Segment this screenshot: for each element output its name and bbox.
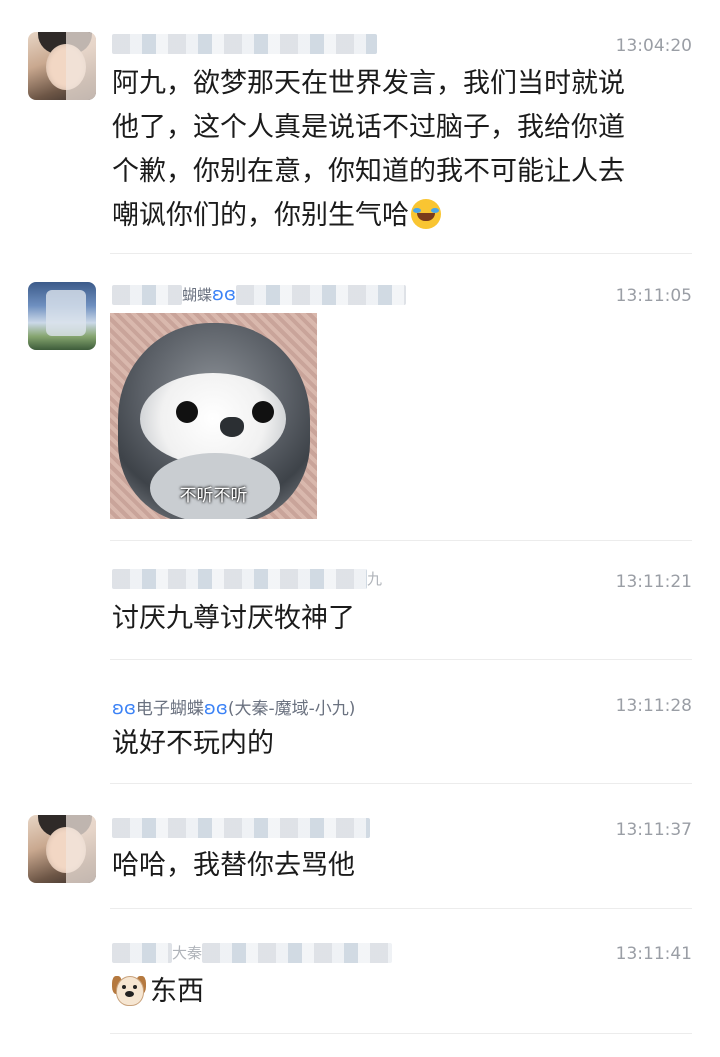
message-line-last: 嘲讽你们的，你别生气哈: [112, 194, 682, 238]
sender-name-suffix: (大秦-魔域-小九): [227, 699, 356, 719]
message-text[interactable]: 讨厌九尊讨厌牧神了: [112, 597, 682, 641]
avatar-blur: [46, 290, 86, 336]
divider: [110, 253, 692, 254]
avatar-blur: [66, 32, 96, 100]
divider: [110, 908, 692, 909]
name-fragment: 九: [367, 570, 383, 588]
face-with-tears-of-joy-emoji: [411, 199, 441, 229]
sender-name-redacted[interactable]: 大秦: [112, 942, 393, 966]
penguin-eye: [252, 401, 274, 423]
butterfly-icon: ʚɞ: [203, 698, 228, 719]
message-text-content: 东西: [150, 976, 204, 1007]
timestamp: 13:11:28: [615, 696, 692, 716]
message-text[interactable]: 哈哈，我替你去骂他: [112, 844, 682, 888]
divider: [110, 540, 692, 541]
butterfly-icon: ʚɞ: [212, 284, 236, 305]
sender-name[interactable]: ʚɞ电子蝴蝶ʚɞ(大秦-魔域-小九): [112, 694, 356, 719]
dog-nose: [125, 991, 134, 997]
divider: [110, 659, 692, 660]
name-fragment: 大秦: [172, 944, 203, 962]
message-text[interactable]: 阿九，欲梦那天在世界发言，我们当时就说 他了，这个人真是说话不过脑子，我给你道 …: [112, 62, 682, 238]
sender-name-redacted[interactable]: 九: [112, 568, 382, 592]
sender-name-redacted[interactable]: [112, 818, 370, 842]
timestamp: 13:11:37: [615, 820, 692, 840]
timestamp: 13:11:21: [615, 572, 692, 592]
avatar[interactable]: [28, 815, 96, 883]
message-text[interactable]: 说好不玩内的: [112, 722, 682, 766]
sticker-caption: 不听不听: [179, 486, 248, 506]
avatar-blur: [66, 815, 96, 883]
redacted-block: [235, 285, 406, 305]
redacted-block: [112, 818, 370, 838]
penguin-eye: [176, 401, 198, 423]
message-line: 嘲讽你们的，你别生气哈: [112, 200, 409, 231]
butterfly-icon: ʚɞ: [112, 698, 136, 719]
timestamp: 13:11:05: [615, 286, 692, 306]
penguin-beak: [220, 417, 244, 437]
message-line: 他了，这个人真是说话不过脑子，我给你道: [112, 112, 625, 143]
sender-name-redacted[interactable]: 蝴蝶ʚɞ: [112, 284, 406, 308]
divider: [110, 783, 692, 784]
redacted-block: [112, 569, 367, 589]
sender-name-text: 电子蝴蝶: [135, 699, 204, 719]
timestamp: 13:04:20: [615, 36, 692, 56]
message-line: 阿九，欲梦那天在世界发言，我们当时就说: [112, 68, 625, 99]
name-fragment: 蝴蝶: [182, 286, 213, 304]
message-text[interactable]: 东西: [112, 970, 682, 1014]
timestamp: 13:11:41: [615, 944, 692, 964]
message-line: 个歉，你别在意，你知道的我不可能让人去: [112, 156, 625, 187]
redacted-block: [202, 943, 393, 963]
dog-face-emoji: [112, 974, 146, 1006]
divider: [110, 1033, 692, 1034]
penguin-sticker[interactable]: 不听不听: [110, 313, 317, 519]
avatar[interactable]: [28, 32, 96, 100]
redacted-block: [112, 285, 182, 305]
sender-name-redacted[interactable]: [112, 34, 377, 58]
redacted-block: [112, 943, 172, 963]
redacted-block: [112, 34, 377, 54]
dog-eyes: [122, 985, 126, 989]
avatar[interactable]: [28, 282, 96, 350]
